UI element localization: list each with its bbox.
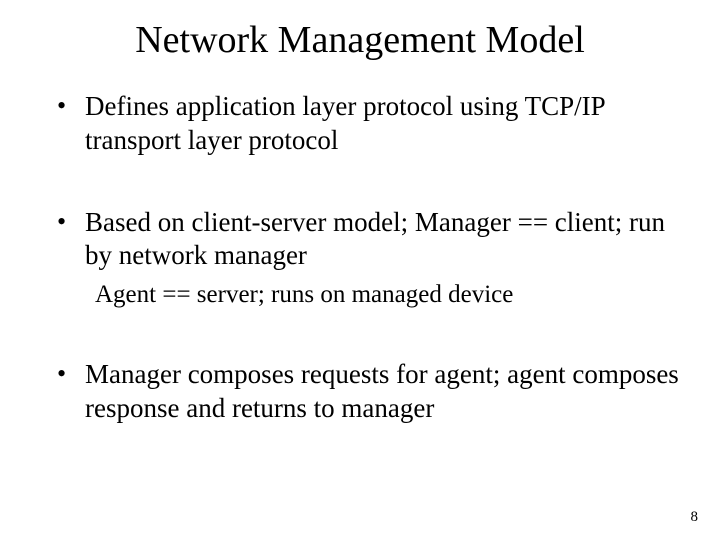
list-item: Defines application layer protocol using…	[85, 90, 690, 158]
list-item: Manager composes requests for agent; age…	[85, 358, 690, 426]
bullet-text: Manager composes requests for agent; age…	[85, 359, 679, 423]
slide-title: Network Management Model	[30, 18, 690, 62]
bullet-text: Defines application layer protocol using…	[85, 91, 605, 155]
list-item: Based on client-server model; Manager ==…	[85, 206, 690, 311]
bullet-list: Defines application layer protocol using…	[30, 90, 690, 426]
bullet-subtext: Agent == server; runs on managed device	[95, 279, 690, 310]
bullet-text: Based on client-server model; Manager ==…	[85, 207, 665, 271]
page-number: 8	[691, 509, 699, 526]
